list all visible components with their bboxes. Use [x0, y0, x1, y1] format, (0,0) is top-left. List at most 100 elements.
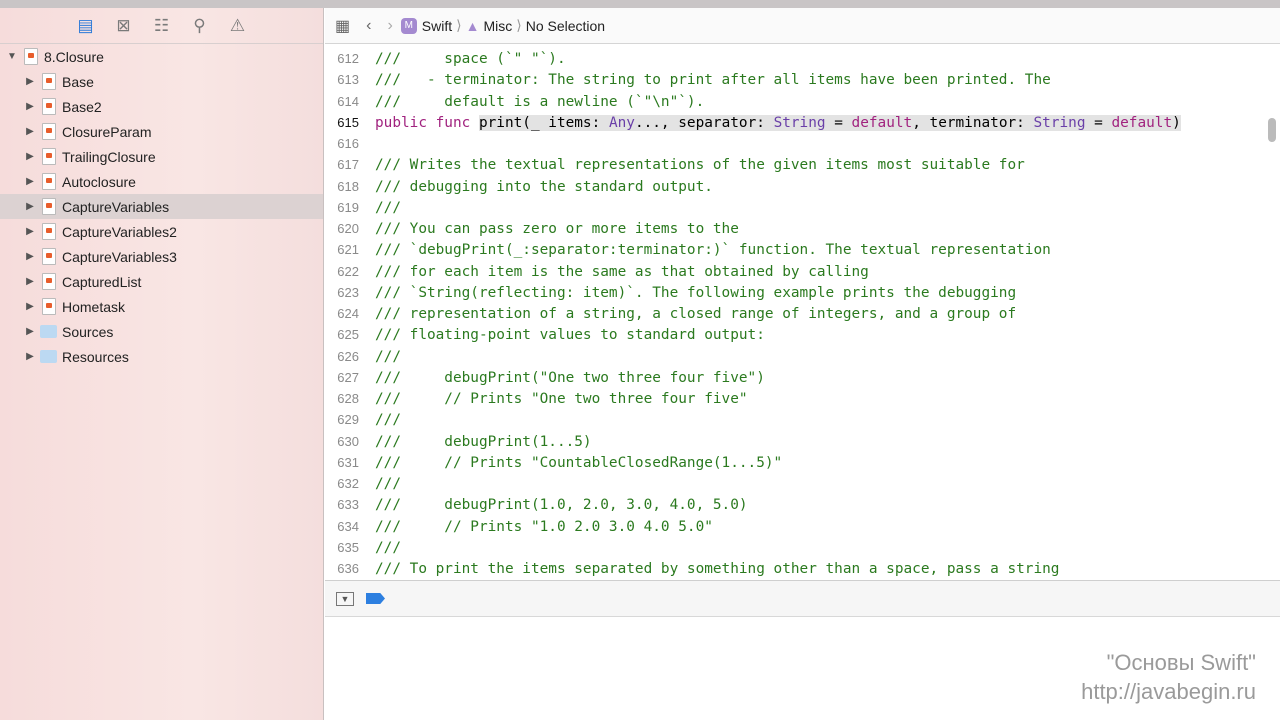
code-token: =	[825, 114, 852, 131]
code-line: 617 /// Writes the textual representation…	[325, 154, 1280, 175]
code-line: 625 /// floating-point values to standard…	[325, 324, 1280, 345]
playground-page-icon	[42, 298, 56, 315]
code-comment: /// debugPrint(1...5)	[375, 433, 592, 450]
tree-item-label: TrailingClosure	[62, 148, 156, 165]
code-token: print(_ items:	[478, 114, 609, 131]
line-number: 624	[337, 306, 359, 321]
code-token: ..., separator:	[634, 114, 774, 131]
disclosure-closed-icon[interactable]: ▶	[24, 126, 36, 137]
tree-item-label: Base	[62, 73, 94, 90]
code-line: 626 ///	[325, 346, 1280, 367]
disclosure-closed-icon[interactable]: ▶	[24, 351, 36, 362]
code-comment: /// // Prints "One two three four five"	[375, 391, 748, 407]
related-items-icon[interactable]: ▦	[335, 16, 350, 36]
tree-item[interactable]: ▶ CaptureVariables3	[0, 244, 323, 269]
code-line: 631 /// // Prints "CountableClosedRange(1…	[325, 452, 1280, 473]
line-number: 635	[337, 539, 359, 555]
code-token: String	[773, 114, 826, 131]
disclosure-closed-icon[interactable]: ▶	[24, 301, 36, 312]
playground-page-icon	[42, 173, 56, 190]
code-token: public func	[375, 114, 479, 131]
code-comment: ///	[375, 199, 401, 216]
tree-item[interactable]: ▶ Resources	[0, 344, 323, 369]
breadcrumb-group[interactable]: Misc	[483, 18, 512, 34]
breadcrumb-module[interactable]: Swift	[422, 18, 452, 34]
tree-item-label: CaptureVariables3	[62, 248, 177, 265]
window-top-strip	[0, 0, 1280, 8]
warning-icon[interactable]: ⚠	[228, 16, 248, 36]
disclosure-closed-icon[interactable]: ▶	[24, 201, 36, 212]
disclosure-closed-icon[interactable]: ▶	[24, 76, 36, 87]
tree-item-label: CaptureVariables2	[62, 223, 177, 240]
code-comment: /// `debugPrint(_:separator:terminator:)…	[375, 242, 1051, 259]
folder-icon	[40, 350, 57, 363]
code-comment: /// for each item is the same as that ob…	[375, 263, 869, 280]
code-line: 634 /// // Prints "1.0 2.0 3.0 4.0 5.0"	[325, 516, 1280, 537]
tree-item[interactable]: ▶ Base	[0, 69, 323, 94]
debug-bar: ▼	[325, 580, 1280, 617]
code-comment: /// debugPrint("One two three four five"…	[375, 369, 765, 386]
source-control-icon[interactable]: ⊠	[114, 16, 134, 36]
line-number: 636	[337, 561, 359, 576]
folder-icon[interactable]: ▤	[76, 16, 96, 36]
tree-item[interactable]: ▶ CaptureVariables	[0, 194, 323, 219]
disclosure-closed-icon[interactable]: ▶	[24, 176, 36, 187]
line-number: 629	[337, 412, 359, 428]
line-number: 625	[337, 327, 359, 343]
playground-page-icon	[42, 73, 56, 90]
code-comment: /// debugging into the standard output.	[375, 178, 713, 195]
code-comment: /// You can pass zero or more items to t…	[375, 221, 739, 237]
hierarchy-icon[interactable]: ☷	[152, 16, 172, 36]
tree-item[interactable]: ▶ ClosureParam	[0, 119, 323, 144]
code-comment: /// default is a newline (`"\n"`).	[375, 93, 705, 110]
search-icon[interactable]: ⚲	[190, 16, 210, 36]
tree-item-label: CaptureVariables	[62, 198, 170, 215]
code-line: 616	[325, 133, 1280, 154]
line-number: 615	[337, 114, 359, 130]
disclosure-closed-icon[interactable]: ▶	[24, 101, 36, 112]
code-editor[interactable]: 612 /// space (`" "`). 613 /// - terminator…	[325, 44, 1280, 580]
code-token: Any	[608, 114, 635, 131]
line-number: 612	[337, 51, 359, 66]
watermark: "Основы Swift" http://javabegin.ru	[1081, 648, 1256, 706]
tree-item[interactable]: ▶ TrailingClosure	[0, 144, 323, 169]
tree-item[interactable]: ▶ Hometask	[0, 294, 323, 319]
line-number: 630	[337, 433, 359, 449]
hide-debug-area-icon[interactable]: ▼	[336, 591, 354, 606]
breadcrumb-selection[interactable]: No Selection	[526, 18, 605, 34]
disclosure-closed-icon[interactable]: ▶	[24, 276, 36, 287]
code-comment: /// // Prints "1.0 2.0 3.0 4.0 5.0"	[375, 518, 713, 535]
line-number: 618	[337, 178, 359, 194]
tree-item[interactable]: ▶ Base2	[0, 94, 323, 119]
tree-root[interactable]: ▼ 8.Closure	[0, 44, 323, 69]
disclosure-closed-icon[interactable]: ▶	[24, 251, 36, 262]
tree-item[interactable]: ▶ CapturedList	[0, 269, 323, 294]
tree-item[interactable]: ▶ Sources	[0, 319, 323, 344]
code-comment: /// representation of a string, a closed…	[375, 306, 1017, 322]
disclosure-closed-icon[interactable]: ▶	[24, 326, 36, 337]
code-line: 633 /// debugPrint(1.0, 2.0, 3.0, 4.0, 5.…	[325, 494, 1280, 515]
playground-page-icon	[42, 198, 56, 215]
back-button[interactable]: ‹	[366, 17, 371, 35]
disclosure-closed-icon[interactable]: ▶	[24, 226, 36, 237]
file-tree: ▼ 8.Closure ▶ Base ▶ Base2 ▶ ClosureParam ▶ Tra…	[0, 44, 323, 369]
code-comment: /// // Prints "CountableClosedRange(1...…	[375, 454, 783, 471]
code-line: 632 ///	[325, 473, 1280, 494]
forward-button[interactable]: ›	[387, 17, 392, 35]
tree-root-label: 8.Closure	[44, 48, 104, 65]
line-number: 627	[337, 369, 359, 385]
code-line: 627 /// debugPrint("One two three four fi…	[325, 367, 1280, 388]
breakpoint-icon[interactable]	[366, 593, 385, 604]
code-line: 630 /// debugPrint(1...5)	[325, 431, 1280, 452]
disclosure-closed-icon[interactable]: ▶	[24, 151, 36, 162]
disclosure-open-icon[interactable]: ▼	[6, 51, 18, 62]
code-comment: ///	[375, 476, 401, 492]
project-navigator: ▤ ⊠ ☷ ⚲ ⚠ ▼ 8.Closure ▶ Base ▶ Base2 ▶ Closur…	[0, 8, 324, 720]
tree-item[interactable]: ▶ Autoclosure	[0, 169, 323, 194]
tree-item[interactable]: ▶ CaptureVariables2	[0, 219, 323, 244]
tree-item-label: Resources	[62, 348, 129, 365]
tree-item-label: Base2	[62, 98, 102, 115]
code-token: )	[1172, 114, 1181, 131]
line-number: 613	[337, 72, 359, 88]
code-comment: ///	[375, 348, 401, 365]
